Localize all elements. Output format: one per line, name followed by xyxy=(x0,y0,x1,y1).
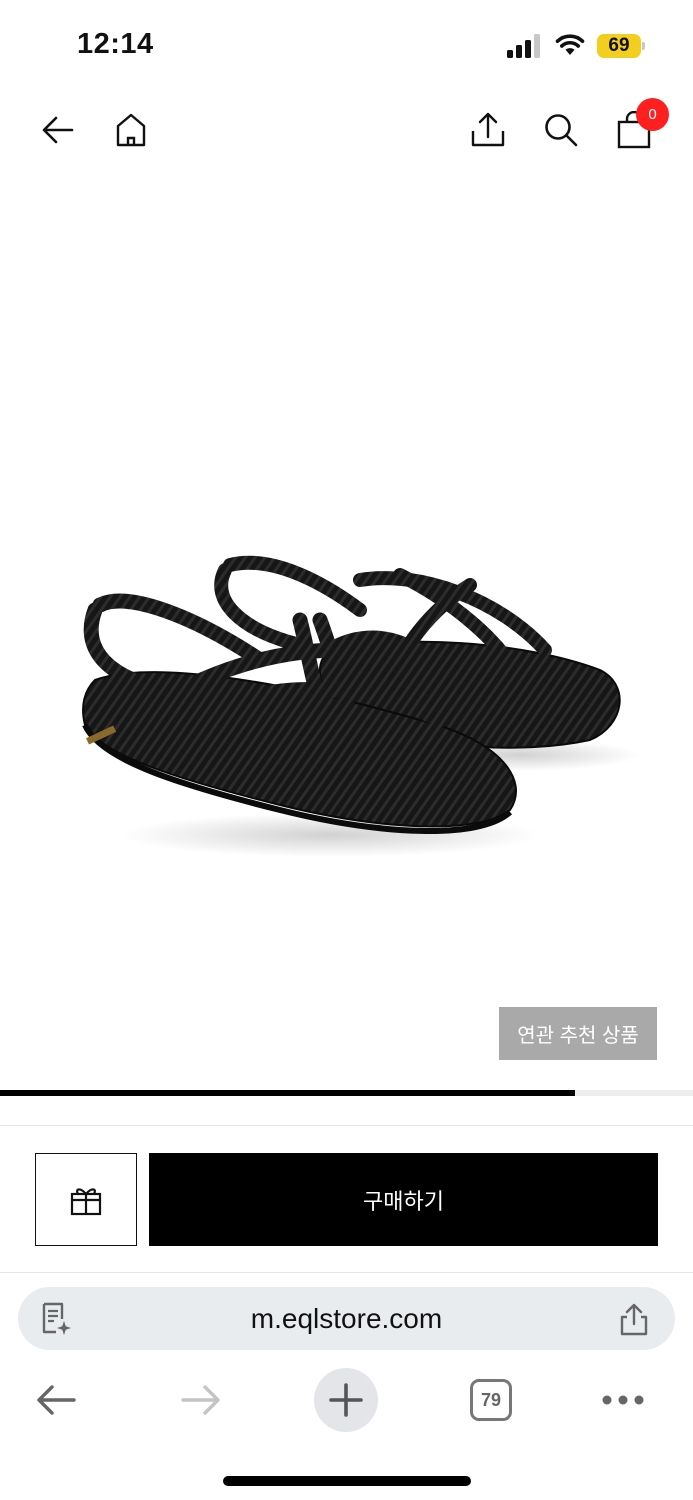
divider xyxy=(0,1125,693,1126)
address-bar[interactable]: m.eqlstore.com xyxy=(18,1287,675,1350)
wifi-icon xyxy=(555,34,585,55)
gallery-progress-fill xyxy=(0,1090,576,1096)
plus-icon xyxy=(329,1383,363,1417)
battery-nub xyxy=(642,42,645,50)
more-button[interactable] xyxy=(591,1368,655,1432)
battery-level: 69 xyxy=(608,35,630,56)
signal-icon xyxy=(507,34,540,58)
tabs-button[interactable]: 79 xyxy=(459,1368,523,1432)
share-icon xyxy=(471,112,505,147)
gift-icon xyxy=(70,1187,102,1215)
cart-count-badge: 0 xyxy=(636,98,669,131)
new-tab-button[interactable] xyxy=(314,1368,378,1432)
share-page-button[interactable] xyxy=(616,1301,652,1337)
share-button[interactable] xyxy=(468,110,508,150)
reader-button[interactable] xyxy=(38,1301,74,1337)
home-indicator xyxy=(223,1476,471,1486)
browser-back-button[interactable] xyxy=(24,1368,88,1432)
url-text[interactable]: m.eqlstore.com xyxy=(18,1287,675,1350)
reader-icon xyxy=(42,1302,71,1335)
search-button[interactable] xyxy=(541,110,581,150)
status-bar: 12:14 69 xyxy=(0,0,693,90)
product-image xyxy=(82,555,640,857)
gallery-progress xyxy=(0,1090,693,1096)
buy-button[interactable]: 구매하기 xyxy=(149,1153,658,1246)
tab-count: 79 xyxy=(470,1379,512,1421)
more-dots-icon xyxy=(602,1395,644,1405)
status-time: 12:14 xyxy=(77,28,154,60)
arrow-left-icon xyxy=(37,1385,76,1415)
back-button[interactable] xyxy=(38,110,78,150)
arrow-right-icon xyxy=(181,1385,220,1415)
home-icon xyxy=(116,113,146,147)
gift-button[interactable] xyxy=(35,1153,137,1246)
search-icon xyxy=(545,114,578,147)
browser-forward-button[interactable] xyxy=(169,1368,233,1432)
product-image-gallery[interactable] xyxy=(0,180,693,1085)
home-button[interactable] xyxy=(111,110,151,150)
share-icon xyxy=(620,1303,648,1336)
page-header xyxy=(0,95,693,170)
arrow-left-icon xyxy=(42,116,74,144)
battery-indicator: 69 xyxy=(597,34,645,58)
related-products-button[interactable]: 연관 추천 상품 xyxy=(499,1007,657,1060)
